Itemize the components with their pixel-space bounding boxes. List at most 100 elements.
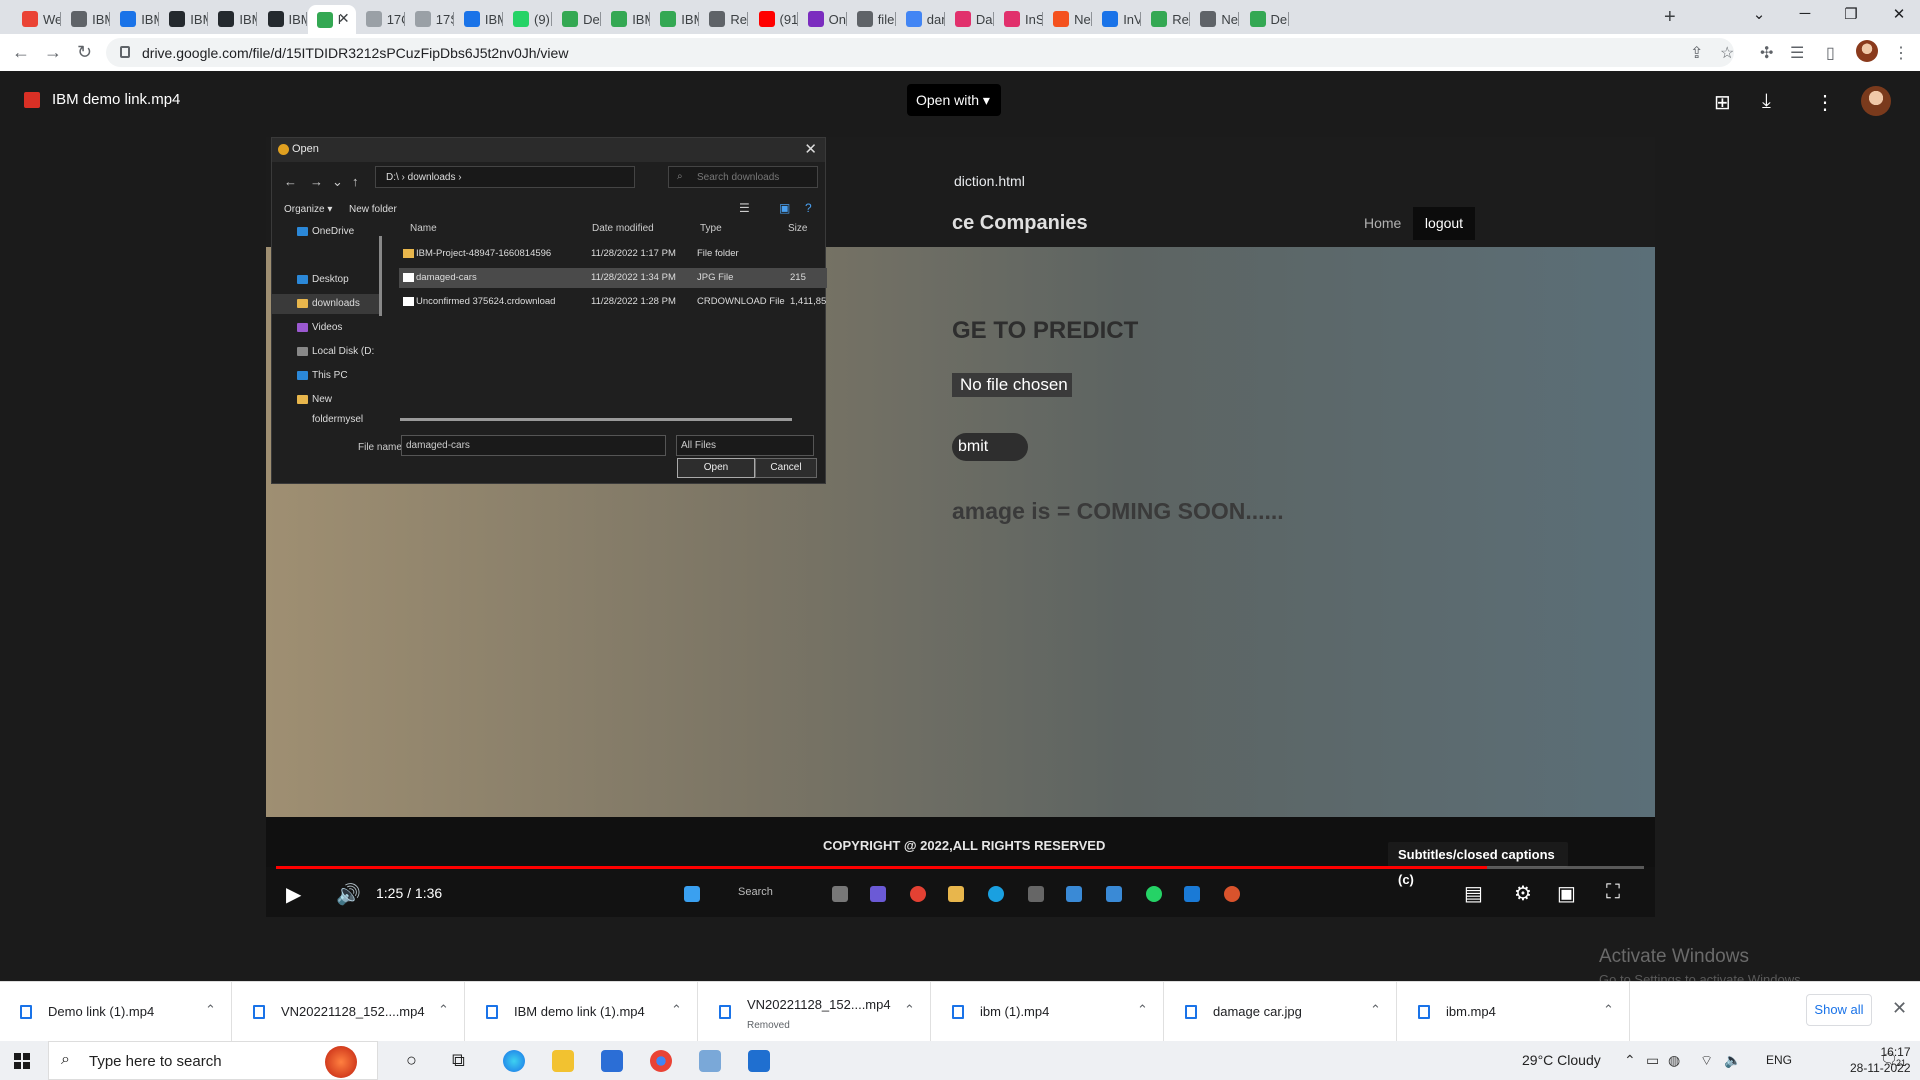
tab[interactable]: IBM bbox=[209, 5, 258, 33]
chevron-up-icon[interactable]: ⌃ bbox=[438, 1002, 449, 1018]
chevron-up-icon[interactable]: ⌃ bbox=[671, 1002, 682, 1018]
network-icon[interactable]: ◍ bbox=[1668, 1052, 1680, 1069]
file-name: Unconfirmed 375624.crdownload bbox=[416, 296, 556, 307]
miniplayer-icon[interactable]: ▣ bbox=[1557, 881, 1576, 906]
tab[interactable]: Der bbox=[1241, 5, 1289, 33]
tab[interactable]: Reg bbox=[700, 5, 749, 33]
download-item[interactable]: VN20221128_152....mp4 Removed ⌃ bbox=[699, 982, 931, 1042]
tab[interactable]: IBM bbox=[602, 5, 651, 33]
chrome-icon[interactable] bbox=[650, 1050, 672, 1072]
chevron-up-icon[interactable]: ⌃ bbox=[1137, 1002, 1148, 1018]
tab[interactable]: Rec bbox=[1142, 5, 1191, 33]
mail-icon[interactable] bbox=[601, 1050, 623, 1072]
tab[interactable]: Dar bbox=[946, 5, 994, 33]
chevron-up-icon[interactable]: ⌃ bbox=[1624, 1052, 1636, 1069]
language-indicator[interactable]: ENG bbox=[1766, 1053, 1792, 1067]
wifi-icon[interactable]: ⌔ bbox=[1700, 1052, 1713, 1070]
app-icon[interactable] bbox=[699, 1050, 721, 1072]
chevron-up-icon[interactable]: ⌃ bbox=[205, 1002, 216, 1018]
open-with-button[interactable]: Open with ▾ bbox=[907, 84, 1001, 116]
tab[interactable]: IBM bbox=[160, 5, 209, 33]
file-explorer-icon[interactable] bbox=[552, 1050, 574, 1072]
profile-avatar[interactable] bbox=[1856, 40, 1878, 62]
task-view-icon[interactable]: ⧉ bbox=[452, 1050, 465, 1071]
chevron-up-icon[interactable]: ⌃ bbox=[904, 1002, 915, 1018]
download-item[interactable]: ibm (1).mp4 ⌃ bbox=[932, 982, 1164, 1042]
tab-close-icon[interactable]: ✕ bbox=[338, 10, 350, 27]
tab[interactable]: 17S bbox=[406, 5, 454, 33]
chevron-up-icon[interactable]: ⌃ bbox=[1603, 1002, 1614, 1018]
restore-button[interactable]: ❐ bbox=[1836, 5, 1866, 27]
reading-list-icon[interactable]: ☰ bbox=[1790, 43, 1804, 63]
tab[interactable]: file: bbox=[848, 5, 896, 33]
share-icon[interactable]: ⇪ bbox=[1690, 43, 1703, 63]
tab[interactable]: Wel bbox=[13, 5, 61, 33]
file-date: 11/28/2022 1:17 PM bbox=[591, 248, 676, 259]
weather-widget[interactable]: 29°C Cloudy bbox=[1522, 1052, 1601, 1068]
close-icon[interactable]: ✕ bbox=[1892, 998, 1907, 1019]
tab[interactable]: IBM bbox=[259, 5, 307, 33]
download-name: ibm.mp4 bbox=[1446, 1004, 1496, 1019]
tab[interactable]: IBM bbox=[455, 5, 503, 33]
add-comment-icon[interactable]: ⊞ bbox=[1714, 90, 1731, 115]
tab[interactable]: Nev bbox=[1191, 5, 1240, 33]
more-options-icon[interactable]: ⋮ bbox=[1815, 90, 1835, 115]
url-text[interactable]: drive.google.com/file/d/15ITDIDR3212sPCu… bbox=[142, 45, 568, 61]
address-bar[interactable]: drive.google.com/file/d/15ITDIDR3212sPCu… bbox=[106, 38, 1734, 67]
tab[interactable]: Der bbox=[553, 5, 602, 33]
tab[interactable]: Onl bbox=[799, 5, 847, 33]
chrome-menu-icon[interactable]: ⋮ bbox=[1893, 43, 1909, 63]
tab[interactable]: IBM bbox=[651, 5, 700, 33]
tab[interactable]: Nex bbox=[1044, 5, 1093, 33]
subtitles-icon[interactable]: ▤ bbox=[1464, 881, 1483, 906]
progress-bar[interactable] bbox=[276, 866, 1644, 869]
download-item[interactable]: VN20221128_152....mp4 ⌃ bbox=[233, 982, 465, 1042]
preview-pane-icon: ▣ bbox=[779, 201, 791, 215]
download-name: VN20221128_152....mp4 bbox=[281, 1004, 425, 1019]
photos-icon[interactable] bbox=[748, 1050, 770, 1072]
tab[interactable]: 17C bbox=[357, 5, 405, 33]
tab[interactable]: IBM bbox=[111, 5, 160, 33]
taskbar-search[interactable]: ⌕ Type here to search bbox=[48, 1041, 378, 1080]
tab-favicon-icon bbox=[1200, 11, 1217, 27]
volume-icon[interactable]: 🔈 bbox=[1724, 1052, 1741, 1069]
settings-icon[interactable]: ⚙ bbox=[1514, 881, 1532, 906]
video-player[interactable]: diction.html ce Companies Home logout GE… bbox=[266, 137, 1655, 917]
download-item[interactable]: IBM demo link (1).mp4 ⌃ bbox=[466, 982, 698, 1042]
recorded-windows-icon bbox=[684, 886, 700, 902]
download-item[interactable]: damage car.jpg ⌃ bbox=[1165, 982, 1397, 1042]
minimize-button[interactable]: ─ bbox=[1790, 5, 1820, 27]
tab[interactable]: (9) bbox=[504, 5, 552, 33]
cortana-icon[interactable]: ○ bbox=[406, 1050, 417, 1071]
play-icon[interactable]: ▶ bbox=[286, 882, 301, 907]
side-panel-icon[interactable]: ▯ bbox=[1826, 43, 1835, 63]
extensions-icon[interactable]: ✣ bbox=[1760, 43, 1773, 63]
fullscreen-icon[interactable]: ⛶ bbox=[1606, 881, 1620, 904]
volume-icon[interactable]: 🔊 bbox=[336, 882, 361, 907]
tab-label: IBM bbox=[141, 11, 160, 27]
battery-icon[interactable]: ▭ bbox=[1646, 1052, 1659, 1069]
new-tab-button[interactable]: + bbox=[1664, 6, 1676, 29]
tab[interactable]: IBM bbox=[62, 5, 111, 33]
avatar[interactable] bbox=[1861, 86, 1891, 116]
reload-icon[interactable]: ↻ bbox=[77, 42, 92, 63]
tab[interactable]: (91) bbox=[750, 5, 798, 33]
lock-icon bbox=[120, 46, 130, 58]
tab[interactable]: I ✕ bbox=[307, 5, 356, 34]
chevron-up-icon[interactable]: ⌃ bbox=[1370, 1002, 1381, 1018]
forward-icon[interactable]: → bbox=[44, 42, 62, 63]
close-window-button[interactable]: ✕ bbox=[1884, 5, 1914, 27]
back-icon[interactable]: ← bbox=[12, 42, 30, 63]
tab[interactable]: InV bbox=[1093, 5, 1142, 33]
file-date: 11/28/2022 1:28 PM bbox=[591, 296, 676, 307]
show-all-button[interactable]: Show all bbox=[1806, 994, 1872, 1026]
tab[interactable]: InSt bbox=[995, 5, 1043, 33]
download-icon[interactable]: ⤓ bbox=[1762, 90, 1771, 113]
tab-search-icon[interactable]: ⌄ bbox=[1744, 5, 1774, 27]
download-item[interactable]: Demo link (1).mp4 ⌃ bbox=[0, 982, 232, 1042]
start-icon[interactable] bbox=[14, 1053, 30, 1069]
bookmark-star-icon[interactable]: ☆ bbox=[1720, 43, 1734, 63]
tab[interactable]: dam bbox=[897, 5, 945, 33]
download-item[interactable]: ibm.mp4 ⌃ bbox=[1398, 982, 1630, 1042]
edge-icon[interactable] bbox=[503, 1050, 525, 1072]
